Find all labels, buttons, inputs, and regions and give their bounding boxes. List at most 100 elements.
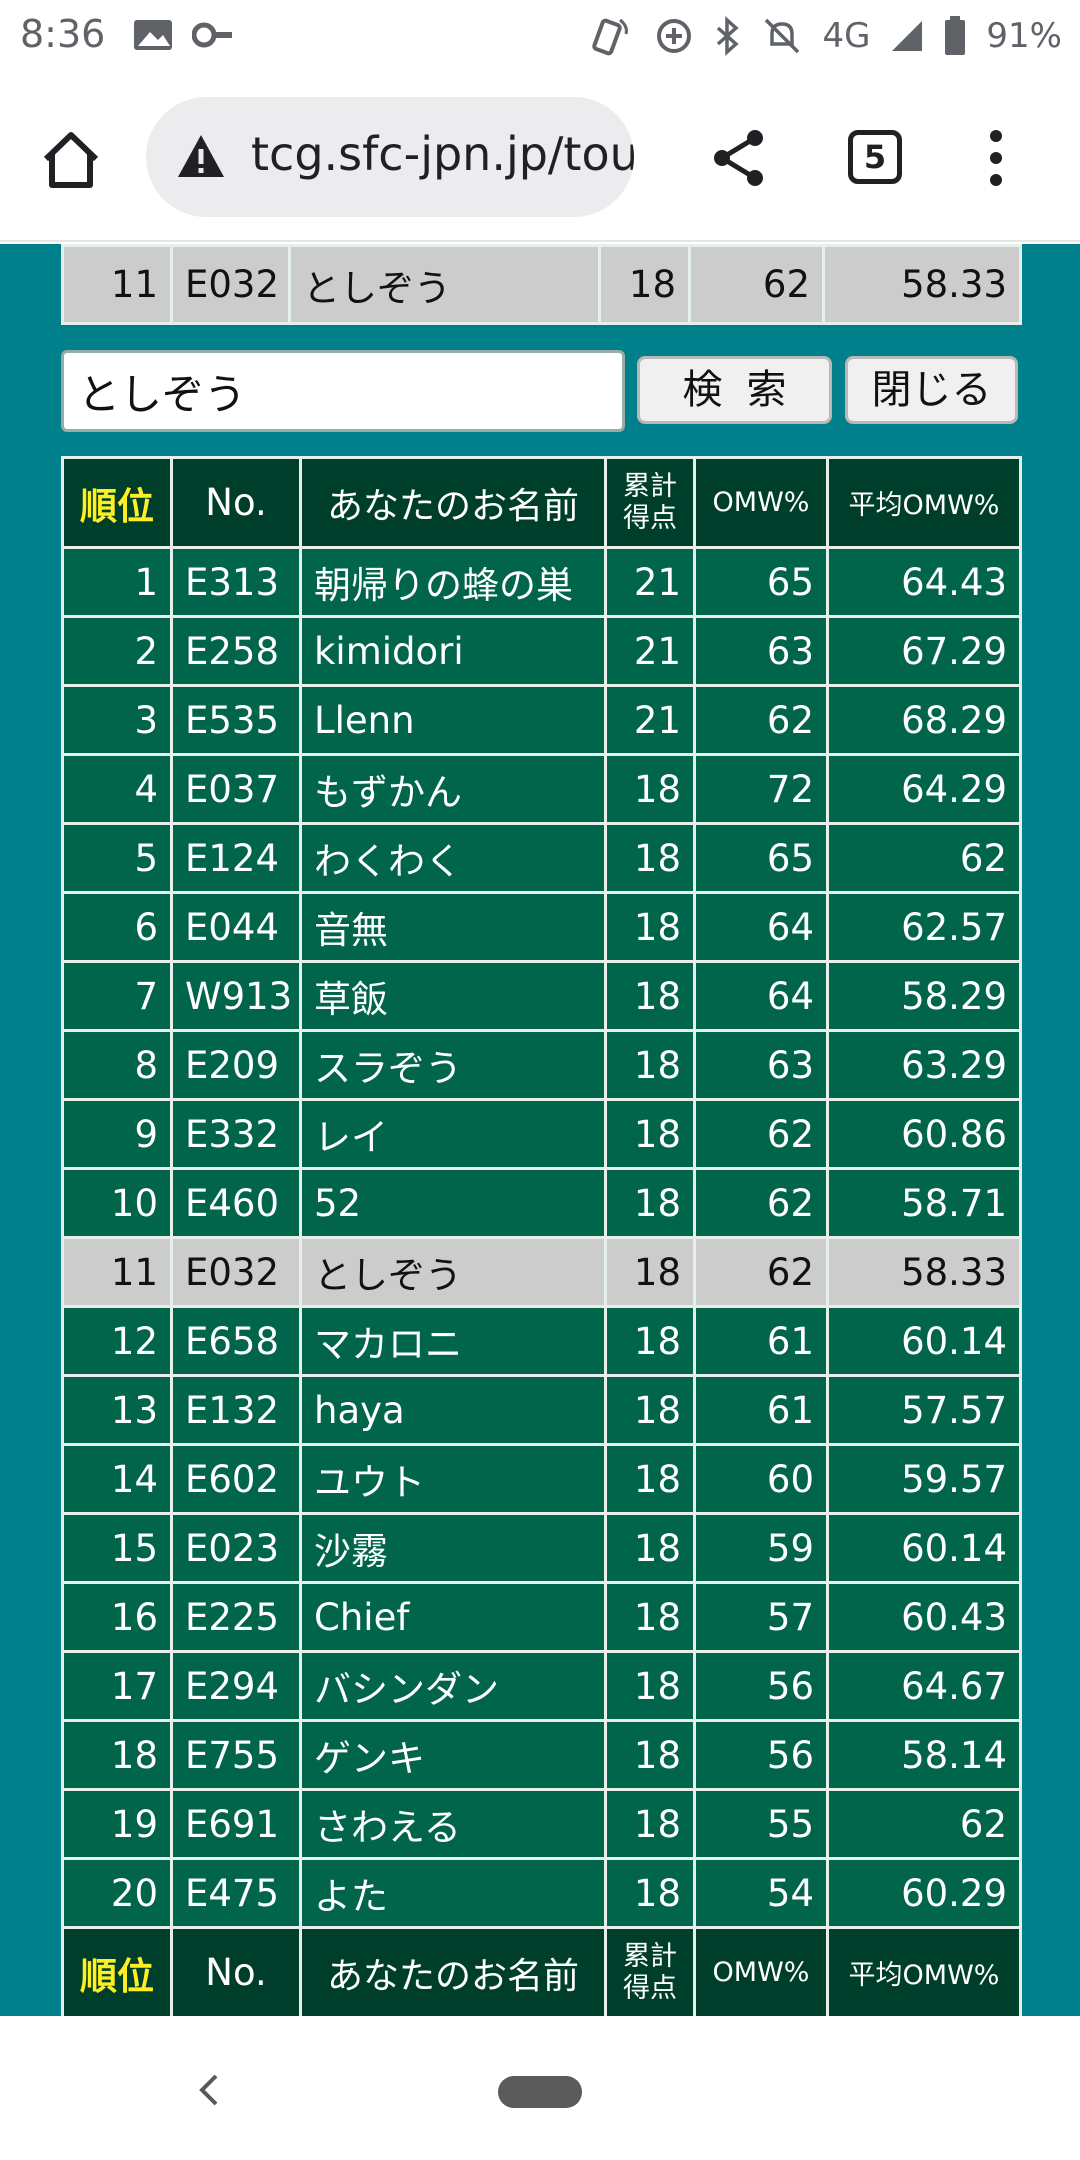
cell-name: ユウト [299, 1443, 607, 1515]
table-body: 1 E313 朝帰りの蜂の巣 21 65 64.43 2 E258 kimidori 21 63 67… [61, 546, 1022, 1929]
page-content: 11 E032 としぞう 18 62 58.33 検索 閉じる 順位 No. あ… [0, 244, 1080, 2016]
ranking-table: 順位 No. あなたのお名前 累計 得点 OMW% 平均OMW% 1 E313 朝帰り… [61, 456, 1022, 2016]
cell-avg-omw: 58.33 [826, 1236, 1022, 1308]
cell-no: E258 [170, 615, 302, 687]
search-result-table: 11 E032 としぞう 18 62 58.33 [61, 244, 1022, 325]
mute-icon [765, 18, 800, 54]
cell-omw: 60 [693, 1443, 829, 1515]
cell-avg-omw: 64.67 [826, 1650, 1022, 1722]
cell-name: よた [299, 1857, 607, 1929]
cell-omw: 64 [693, 960, 829, 1032]
cell-rank: 8 [61, 1029, 173, 1101]
cell-points: 18 [604, 1857, 696, 1929]
cell-no: E313 [170, 546, 302, 618]
table-row: 6 E044 音無 18 64 62.57 [61, 891, 1022, 963]
cell-avg-omw: 64.43 [826, 546, 1022, 618]
back-icon[interactable] [196, 2072, 220, 2108]
cell-rank: 11 [61, 244, 173, 325]
cell-points: 18 [604, 1236, 696, 1308]
table-row: 7 W913 草飯 18 64 58.29 [61, 960, 1022, 1032]
browser-toolbar: tcg.sfc-jpn.jp/tou 5 [0, 72, 1080, 242]
cell-points: 18 [604, 1512, 696, 1584]
cell-rank: 14 [61, 1443, 173, 1515]
cell-avg-omw: 62 [826, 822, 1022, 894]
cell-name: レイ [299, 1098, 607, 1170]
cell-avg-omw: 64.29 [826, 753, 1022, 825]
cell-no: E124 [170, 822, 302, 894]
cell-avg-omw: 63.29 [826, 1029, 1022, 1101]
cell-no: E032 [170, 244, 291, 325]
footer-header-name: あなたのお名前 [299, 1926, 607, 2016]
header-no: No. [170, 456, 302, 549]
cell-no: E602 [170, 1443, 302, 1515]
cell-rank: 10 [61, 1167, 173, 1239]
footer-points-line2: 得点 [623, 1972, 677, 2004]
header-points-line2: 得点 [623, 502, 677, 534]
table-footer-header-row: 順位 No. あなたのお名前 累計 得点 OMW% 平均OMW% [61, 1926, 1022, 2016]
cell-no: E037 [170, 753, 302, 825]
cell-points: 18 [604, 1788, 696, 1860]
search-input[interactable] [61, 350, 625, 432]
cell-points: 18 [604, 1719, 696, 1791]
cell-name: バシンダン [299, 1650, 607, 1722]
cell-points: 18 [604, 753, 696, 825]
header-omw: OMW% [693, 456, 829, 549]
address-bar[interactable]: tcg.sfc-jpn.jp/tou [146, 97, 634, 217]
cell-avg-omw: 58.14 [826, 1719, 1022, 1791]
share-icon[interactable] [710, 128, 768, 188]
header-points: 累計 得点 [604, 456, 696, 549]
battery-icon [945, 16, 966, 55]
cell-avg-omw: 62.57 [826, 891, 1022, 963]
table-row: 18 E755 ゲンキ 18 56 58.14 [61, 1719, 1022, 1791]
network-type: 4G [822, 16, 871, 56]
cell-avg-omw: 60.14 [826, 1512, 1022, 1584]
cell-name: もずかん [299, 753, 607, 825]
signal-icon [892, 21, 923, 51]
cell-points: 18 [604, 822, 696, 894]
cell-avg-omw: 60.14 [826, 1305, 1022, 1377]
cell-points: 18 [604, 960, 696, 1032]
warning-icon[interactable] [176, 133, 226, 179]
cell-no: E460 [170, 1167, 302, 1239]
bluetooth-icon [717, 16, 740, 56]
footer-header-avg-omw: 平均OMW% [826, 1926, 1022, 2016]
close-button[interactable]: 閉じる [845, 356, 1018, 424]
cell-avg-omw: 58.29 [826, 960, 1022, 1032]
cell-points: 18 [604, 1650, 696, 1722]
cell-avg-omw: 68.29 [826, 684, 1022, 756]
search-result-row: 11 E032 としぞう 18 62 58.33 [61, 244, 1022, 325]
cell-name: わくわく [299, 822, 607, 894]
cell-rank: 17 [61, 1650, 173, 1722]
url-text[interactable]: tcg.sfc-jpn.jp/tou [251, 127, 634, 181]
table-row: 12 E658 マカロニ 18 61 60.14 [61, 1305, 1022, 1377]
cell-rank: 5 [61, 822, 173, 894]
cell-name: 52 [299, 1167, 607, 1239]
cell-name: マカロニ [299, 1305, 607, 1377]
cell-rank: 15 [61, 1512, 173, 1584]
cell-avg-omw: 67.29 [826, 615, 1022, 687]
footer-points-line1: 累計 [623, 1940, 677, 1972]
cell-points: 18 [604, 1305, 696, 1377]
footer-header-no: No. [170, 1926, 302, 2016]
status-bar: 8:36 4G 91% [0, 0, 1080, 72]
tab-switcher-button[interactable]: 5 [848, 130, 902, 184]
cell-points: 18 [604, 1167, 696, 1239]
cell-avg-omw: 58.71 [826, 1167, 1022, 1239]
cell-omw: 57 [693, 1581, 829, 1653]
table-row: 9 E332 レイ 18 62 60.86 [61, 1098, 1022, 1170]
home-icon[interactable] [38, 127, 104, 193]
cell-rank: 9 [61, 1098, 173, 1170]
home-pill-button[interactable] [498, 2076, 582, 2108]
status-left-icons [132, 18, 234, 52]
header-name: あなたのお名前 [299, 456, 607, 549]
cell-name: としぞう [288, 244, 601, 325]
cell-name: さわえる [299, 1788, 607, 1860]
overflow-menu-icon[interactable] [982, 130, 1010, 190]
cell-omw: 56 [693, 1719, 829, 1791]
cell-no: E658 [170, 1305, 302, 1377]
cell-name: 音無 [299, 891, 607, 963]
status-right: 4G 91% [590, 14, 1062, 58]
cell-rank: 6 [61, 891, 173, 963]
search-button[interactable]: 検索 [637, 356, 832, 424]
cell-rank: 1 [61, 546, 173, 618]
